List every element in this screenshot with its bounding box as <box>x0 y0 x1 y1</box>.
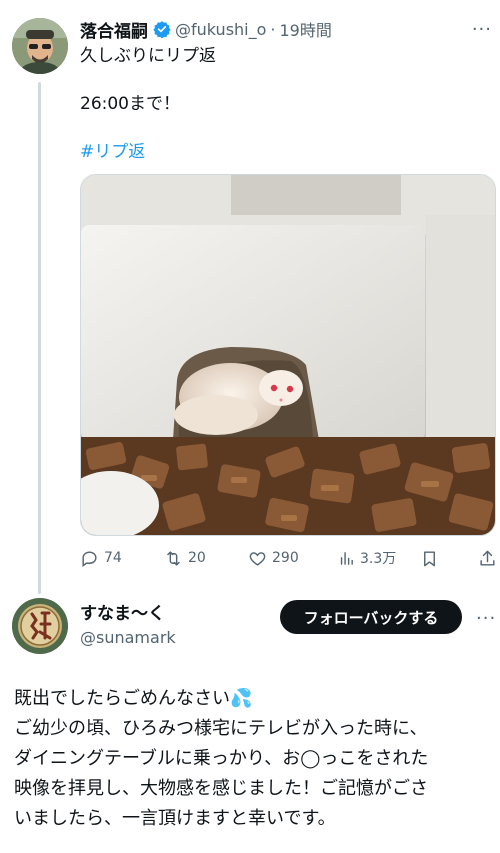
reply-line: 既出でしたらごめんなさい💦 <box>14 688 253 709</box>
reply-line: ダイニングテーブルに乗っかり、お◯っこをされた <box>14 748 429 769</box>
like-button[interactable]: 290 <box>248 549 299 568</box>
separator-dot: · <box>270 19 276 39</box>
retweet-count: 20 <box>188 550 206 566</box>
author-handle[interactable]: @fukushi_o <box>175 20 266 39</box>
reply-author-avatar[interactable] <box>12 598 68 654</box>
tweet-text: 久しぶりにリプ返 26:00まで！ #リプ返 <box>80 44 486 164</box>
reply-text: 既出でしたらごめんなさい💦 ご幼少の頃、ひろみつ様宅にテレビが入った時に、 ダイ… <box>14 684 490 834</box>
reply-count: 74 <box>104 550 122 566</box>
tweet-line: 久しぶりにリプ返 <box>80 46 216 66</box>
like-count: 290 <box>272 550 299 566</box>
reply-author-handle[interactable]: @sunamark <box>80 626 176 650</box>
bookmark-button[interactable] <box>420 549 444 568</box>
tweet-timestamp[interactable]: 19時間 <box>280 17 332 41</box>
reply-more-options-icon[interactable]: ··· <box>476 608 496 629</box>
author-avatar[interactable] <box>12 18 68 74</box>
reply-line: いましたら、一言頂けますと幸いです。 <box>14 808 336 829</box>
tweet-action-bar: 74 20 290 3.3万 <box>80 546 495 570</box>
retweet-button[interactable]: 20 <box>164 549 206 568</box>
reply-author-name[interactable]: すなま〜く <box>80 602 176 626</box>
verified-badge-icon <box>153 20 171 38</box>
thread-connector <box>38 82 41 594</box>
retweet-icon <box>167 550 180 566</box>
reply-button[interactable]: 74 <box>80 549 122 568</box>
reply-icon <box>82 550 97 567</box>
snake-photo-icon <box>81 175 495 535</box>
reply-line: 映像を拝見し、大物感を感じました！ご記憶がごさ <box>14 778 428 799</box>
tweet-line: 26:00まで！ <box>80 94 180 114</box>
share-button[interactable] <box>478 549 500 568</box>
analytics-icon <box>340 551 353 565</box>
tweet-media-image[interactable] <box>80 174 496 536</box>
more-options-icon[interactable]: ··· <box>472 19 492 40</box>
share-icon <box>480 550 495 566</box>
author-name[interactable]: 落合福嗣 <box>80 17 148 42</box>
bookmark-icon <box>424 550 435 566</box>
follow-back-button[interactable]: フォローバックする <box>280 600 462 634</box>
reply-author[interactable]: すなま〜く @sunamark <box>80 602 176 650</box>
views-count: 3.3万 <box>360 551 397 567</box>
reply-line: ご幼少の頃、ひろみつ様宅にテレビが入った時に、 <box>14 718 428 739</box>
heart-icon <box>249 551 266 566</box>
tweet-header: 落合福嗣 @fukushi_o · 19時間 ··· <box>80 16 492 42</box>
hashtag-link[interactable]: #リプ返 <box>80 140 486 164</box>
views-button[interactable]: 3.3万 <box>338 548 396 568</box>
